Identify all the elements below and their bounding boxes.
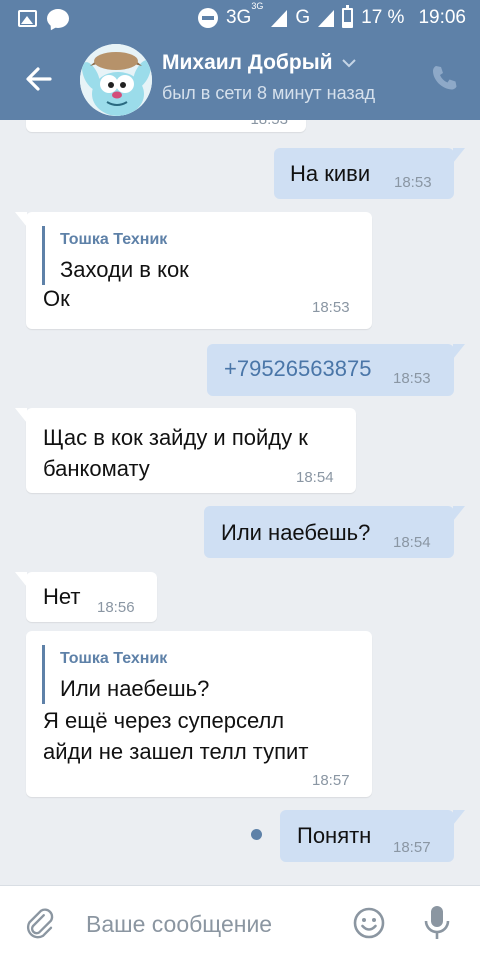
message-incoming[interactable]: 18:53 — [26, 120, 306, 132]
message-text-line: айди не зашел телл тупит — [43, 739, 309, 764]
reply-quote[interactable]: Тошка Техник Заходи в кок — [42, 226, 189, 285]
message-time: 18:54 — [393, 534, 431, 551]
message-time: 18:53 — [394, 174, 432, 191]
message-time: 18:54 — [296, 469, 334, 486]
arrow-left-icon[interactable] — [22, 62, 56, 96]
contact-name[interactable]: Михаил Добрый — [162, 51, 357, 75]
network-indicator: 3G3G — [225, 1, 263, 29]
message-text: На киви — [290, 161, 371, 186]
phone-icon[interactable] — [428, 62, 460, 94]
unread-indicator — [251, 829, 262, 840]
message-outgoing[interactable]: Понятн 18:57 — [280, 810, 465, 862]
phone-link[interactable]: +79526563875 — [224, 353, 371, 384]
message-input[interactable] — [86, 904, 336, 944]
message-composer — [0, 885, 480, 960]
message-text: Или наебешь? — [221, 520, 371, 545]
message-text: Понятн — [297, 823, 372, 848]
status-bar: 3G3G G 17 % 19:06 — [0, 0, 480, 38]
quote-author: Тошка Техник — [60, 231, 168, 248]
message-outgoing[interactable]: На киви 18:53 — [274, 148, 465, 199]
notification-icons — [18, 9, 69, 28]
message-incoming[interactable]: Щас в кок зайду и пойду к банкомату 18:5… — [15, 408, 356, 493]
avatar[interactable] — [80, 44, 152, 116]
message-time: 18:57 — [312, 772, 350, 789]
message-incoming[interactable]: Нет 18:56 — [15, 572, 157, 622]
message-list[interactable]: 18:53 На киви 18:53 Тошка Техник Заходи … — [0, 120, 480, 885]
message-outgoing[interactable]: Или наебешь? 18:54 — [204, 506, 465, 558]
battery-icon — [342, 5, 354, 28]
message-time: 18:53 — [250, 120, 288, 128]
image-icon — [18, 10, 37, 27]
contact-status: был в сети 8 минут назад — [162, 83, 376, 103]
chat-header: Михаил Добрый был в сети 8 минут назад — [0, 38, 480, 120]
chevron-down-icon — [341, 59, 356, 68]
dnd-icon — [197, 8, 218, 28]
quote-text: Или наебешь? — [60, 676, 210, 701]
message-time: 18:53 — [312, 299, 350, 316]
message-incoming[interactable]: Тошка Техник Или наебешь? Я ещё через су… — [26, 631, 372, 797]
message-time: 18:57 — [393, 839, 431, 856]
quote-text: Заходи в кок — [60, 257, 189, 282]
signal-icon — [271, 9, 288, 27]
smile-icon[interactable] — [352, 906, 386, 940]
signal-icon — [318, 9, 335, 27]
battery-percent: 17 % — [361, 7, 405, 28]
message-text-line: банкомату — [43, 456, 150, 481]
message-text: Ок — [43, 286, 70, 311]
system-indicators: 3G3G G 17 % 19:06 — [197, 1, 466, 29]
contact-name-label: Михаил Добрый — [162, 51, 333, 74]
network-label: 3G — [225, 7, 252, 28]
message-time: 18:53 — [393, 370, 431, 387]
reply-quote[interactable]: Тошка Техник Или наебешь? — [42, 645, 209, 704]
paperclip-icon[interactable] — [26, 906, 60, 942]
quote-author: Тошка Техник — [60, 650, 168, 667]
network-badge: 3G — [251, 0, 264, 11]
message-text-line: Я ещё через суперселл — [43, 708, 285, 733]
message-time: 18:56 — [97, 599, 135, 616]
message-outgoing[interactable]: +79526563875 18:53 — [207, 344, 465, 396]
microphone-icon[interactable] — [423, 904, 451, 942]
message-text-line: Щас в кок зайду и пойду к — [43, 425, 308, 450]
message-incoming[interactable]: Тошка Техник Заходи в кок Ок 18:53 — [15, 212, 372, 329]
clock: 19:06 — [418, 7, 466, 28]
network2-label: G — [295, 7, 311, 28]
chat-icon — [47, 9, 69, 28]
message-text: Нет — [43, 584, 81, 609]
